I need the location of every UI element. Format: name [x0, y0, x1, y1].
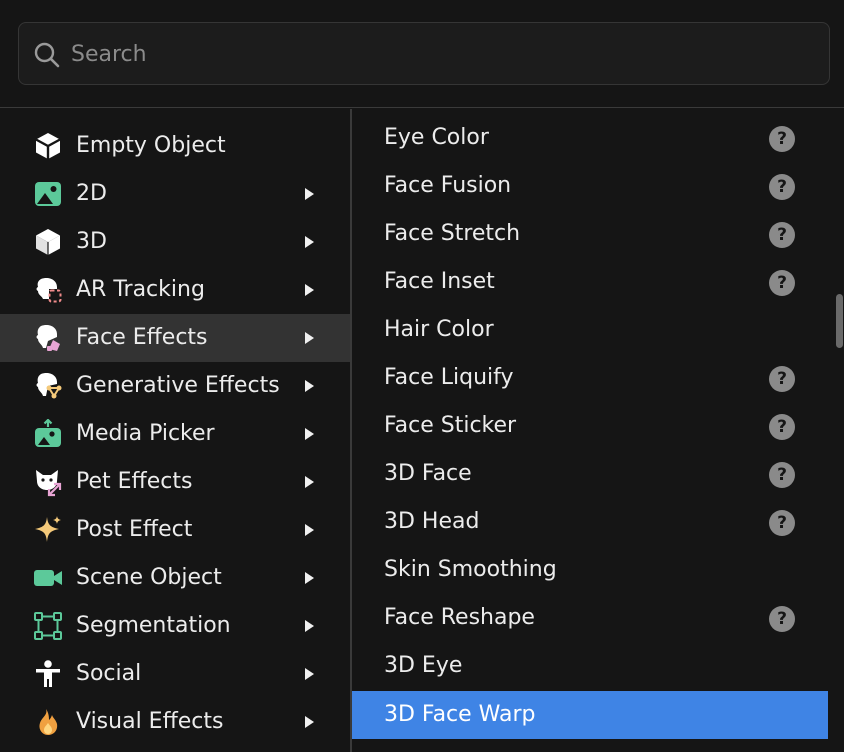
segmentation-icon	[34, 612, 62, 640]
submenu-item-hair-color[interactable]: Hair Color	[352, 306, 828, 354]
help-icon[interactable]: ?	[769, 414, 795, 440]
chevron-right-icon	[305, 236, 314, 248]
category-label: 2D	[76, 181, 107, 206]
scrollbar-thumb[interactable]	[836, 294, 843, 348]
chevron-right-icon	[305, 380, 314, 392]
flame-icon	[39, 709, 58, 735]
category-item-pet-effects[interactable]: Pet Effects	[0, 458, 350, 506]
category-item-visual-effects[interactable]: Visual Effects	[0, 698, 350, 746]
ar-tracking-icon	[36, 277, 62, 303]
submenu-item-label: Face Fusion	[384, 173, 512, 198]
chevron-right-icon	[305, 668, 314, 680]
search-icon	[34, 42, 60, 68]
cube-outline-icon	[35, 133, 61, 159]
chevron-right-icon	[305, 284, 314, 296]
search-box[interactable]	[18, 22, 830, 85]
chevron-right-icon	[305, 188, 314, 200]
submenu-item-face-liquify[interactable]: Face Liquify ?	[352, 354, 828, 402]
category-label: Post Effect	[76, 517, 193, 542]
submenu-item-face-inset[interactable]: Face Inset ?	[352, 258, 828, 306]
category-item-ar-tracking[interactable]: AR Tracking	[0, 266, 350, 314]
category-label: Visual Effects	[76, 709, 224, 734]
submenu-item-face-fusion[interactable]: Face Fusion ?	[352, 162, 828, 210]
category-label: Scene Object	[76, 565, 222, 590]
help-icon[interactable]: ?	[769, 606, 795, 632]
category-label: Social	[76, 661, 142, 686]
submenu-item-label: 3D Face Warp	[384, 702, 536, 727]
submenu-item-skin-smoothing[interactable]: Skin Smoothing	[352, 546, 828, 594]
search-input[interactable]	[71, 31, 811, 77]
category-list: Empty Object 2D 3D AR Tracking Face Effe…	[0, 109, 350, 752]
help-icon[interactable]: ?	[769, 366, 795, 392]
submenu-item-face-reshape[interactable]: Face Reshape ?	[352, 594, 828, 642]
submenu-item-label: Skin Smoothing	[384, 557, 557, 582]
category-item-face-effects[interactable]: Face Effects	[0, 314, 350, 362]
chevron-right-icon	[305, 428, 314, 440]
category-item-social[interactable]: Social	[0, 650, 350, 698]
help-icon[interactable]: ?	[769, 462, 795, 488]
submenu-item-3d-face[interactable]: 3D Face ?	[352, 450, 828, 498]
category-item-3d[interactable]: 3D	[0, 218, 350, 266]
category-label: Face Effects	[76, 325, 208, 350]
chevron-right-icon	[305, 332, 314, 344]
generative-effects-icon	[36, 372, 62, 399]
help-icon[interactable]: ?	[769, 174, 795, 200]
chevron-right-icon	[305, 716, 314, 728]
submenu-item-label: 3D Face	[384, 461, 472, 486]
add-object-menu: Empty Object 2D 3D	[0, 0, 844, 752]
category-label: Media Picker	[76, 421, 215, 446]
category-item-empty-object[interactable]: Empty Object	[0, 122, 350, 170]
face-effects-icon	[36, 324, 60, 351]
submenu-item-label: Eye Color	[384, 125, 489, 150]
video-camera-icon	[34, 570, 62, 586]
submenu-item-3d-face-warp[interactable]: 3D Face Warp	[352, 691, 828, 739]
face-effects-submenu: Eye Color ? Face Fusion ? Face Stretch ?…	[352, 109, 844, 752]
submenu-item-label: Face Reshape	[384, 605, 535, 630]
submenu-item-label: 3D Head	[384, 509, 480, 534]
scrollbar[interactable]	[832, 109, 844, 752]
category-label: Segmentation	[76, 613, 231, 638]
pet-effects-icon	[36, 470, 62, 497]
category-label: 3D	[76, 229, 107, 254]
submenu-item-label: Face Sticker	[384, 413, 517, 438]
category-label: AR Tracking	[76, 277, 205, 302]
help-icon[interactable]: ?	[769, 222, 795, 248]
submenu-item-face-sticker[interactable]: Face Sticker ?	[352, 402, 828, 450]
submenu-item-label: Face Inset	[384, 269, 495, 294]
image-icon	[35, 182, 61, 206]
chevron-right-icon	[305, 572, 314, 584]
submenu-item-eye-color[interactable]: Eye Color ?	[352, 114, 828, 162]
submenu-item-label: Face Stretch	[384, 221, 521, 246]
chevron-right-icon	[305, 476, 314, 488]
submenu-item-3d-head[interactable]: 3D Head ?	[352, 498, 828, 546]
category-item-scene-object[interactable]: Scene Object	[0, 554, 350, 602]
submenu-item-label: Hair Color	[384, 317, 494, 342]
submenu-item-face-stretch[interactable]: Face Stretch ?	[352, 210, 828, 258]
help-icon[interactable]: ?	[769, 510, 795, 536]
chevron-right-icon	[305, 524, 314, 536]
submenu-item-label: 3D Eye	[384, 653, 463, 678]
category-item-2d[interactable]: 2D	[0, 170, 350, 218]
category-label: Pet Effects	[76, 469, 193, 494]
category-label: Empty Object	[76, 133, 226, 158]
help-icon[interactable]: ?	[769, 270, 795, 296]
category-item-media-picker[interactable]: Media Picker	[0, 410, 350, 458]
search-area	[0, 0, 844, 108]
cube-icon	[36, 229, 60, 255]
sparkle-icon	[35, 516, 61, 542]
media-picker-icon	[35, 419, 61, 447]
help-icon[interactable]: ?	[769, 126, 795, 152]
submenu-item-3d-eye[interactable]: 3D Eye	[352, 642, 828, 690]
category-item-segmentation[interactable]: Segmentation	[0, 602, 350, 650]
chevron-right-icon	[305, 620, 314, 632]
person-icon	[36, 660, 60, 687]
category-item-post-effect[interactable]: Post Effect	[0, 506, 350, 554]
category-label: Generative Effects	[76, 373, 280, 398]
category-item-generative-effects[interactable]: Generative Effects	[0, 362, 350, 410]
submenu-item-label: Face Liquify	[384, 365, 514, 390]
